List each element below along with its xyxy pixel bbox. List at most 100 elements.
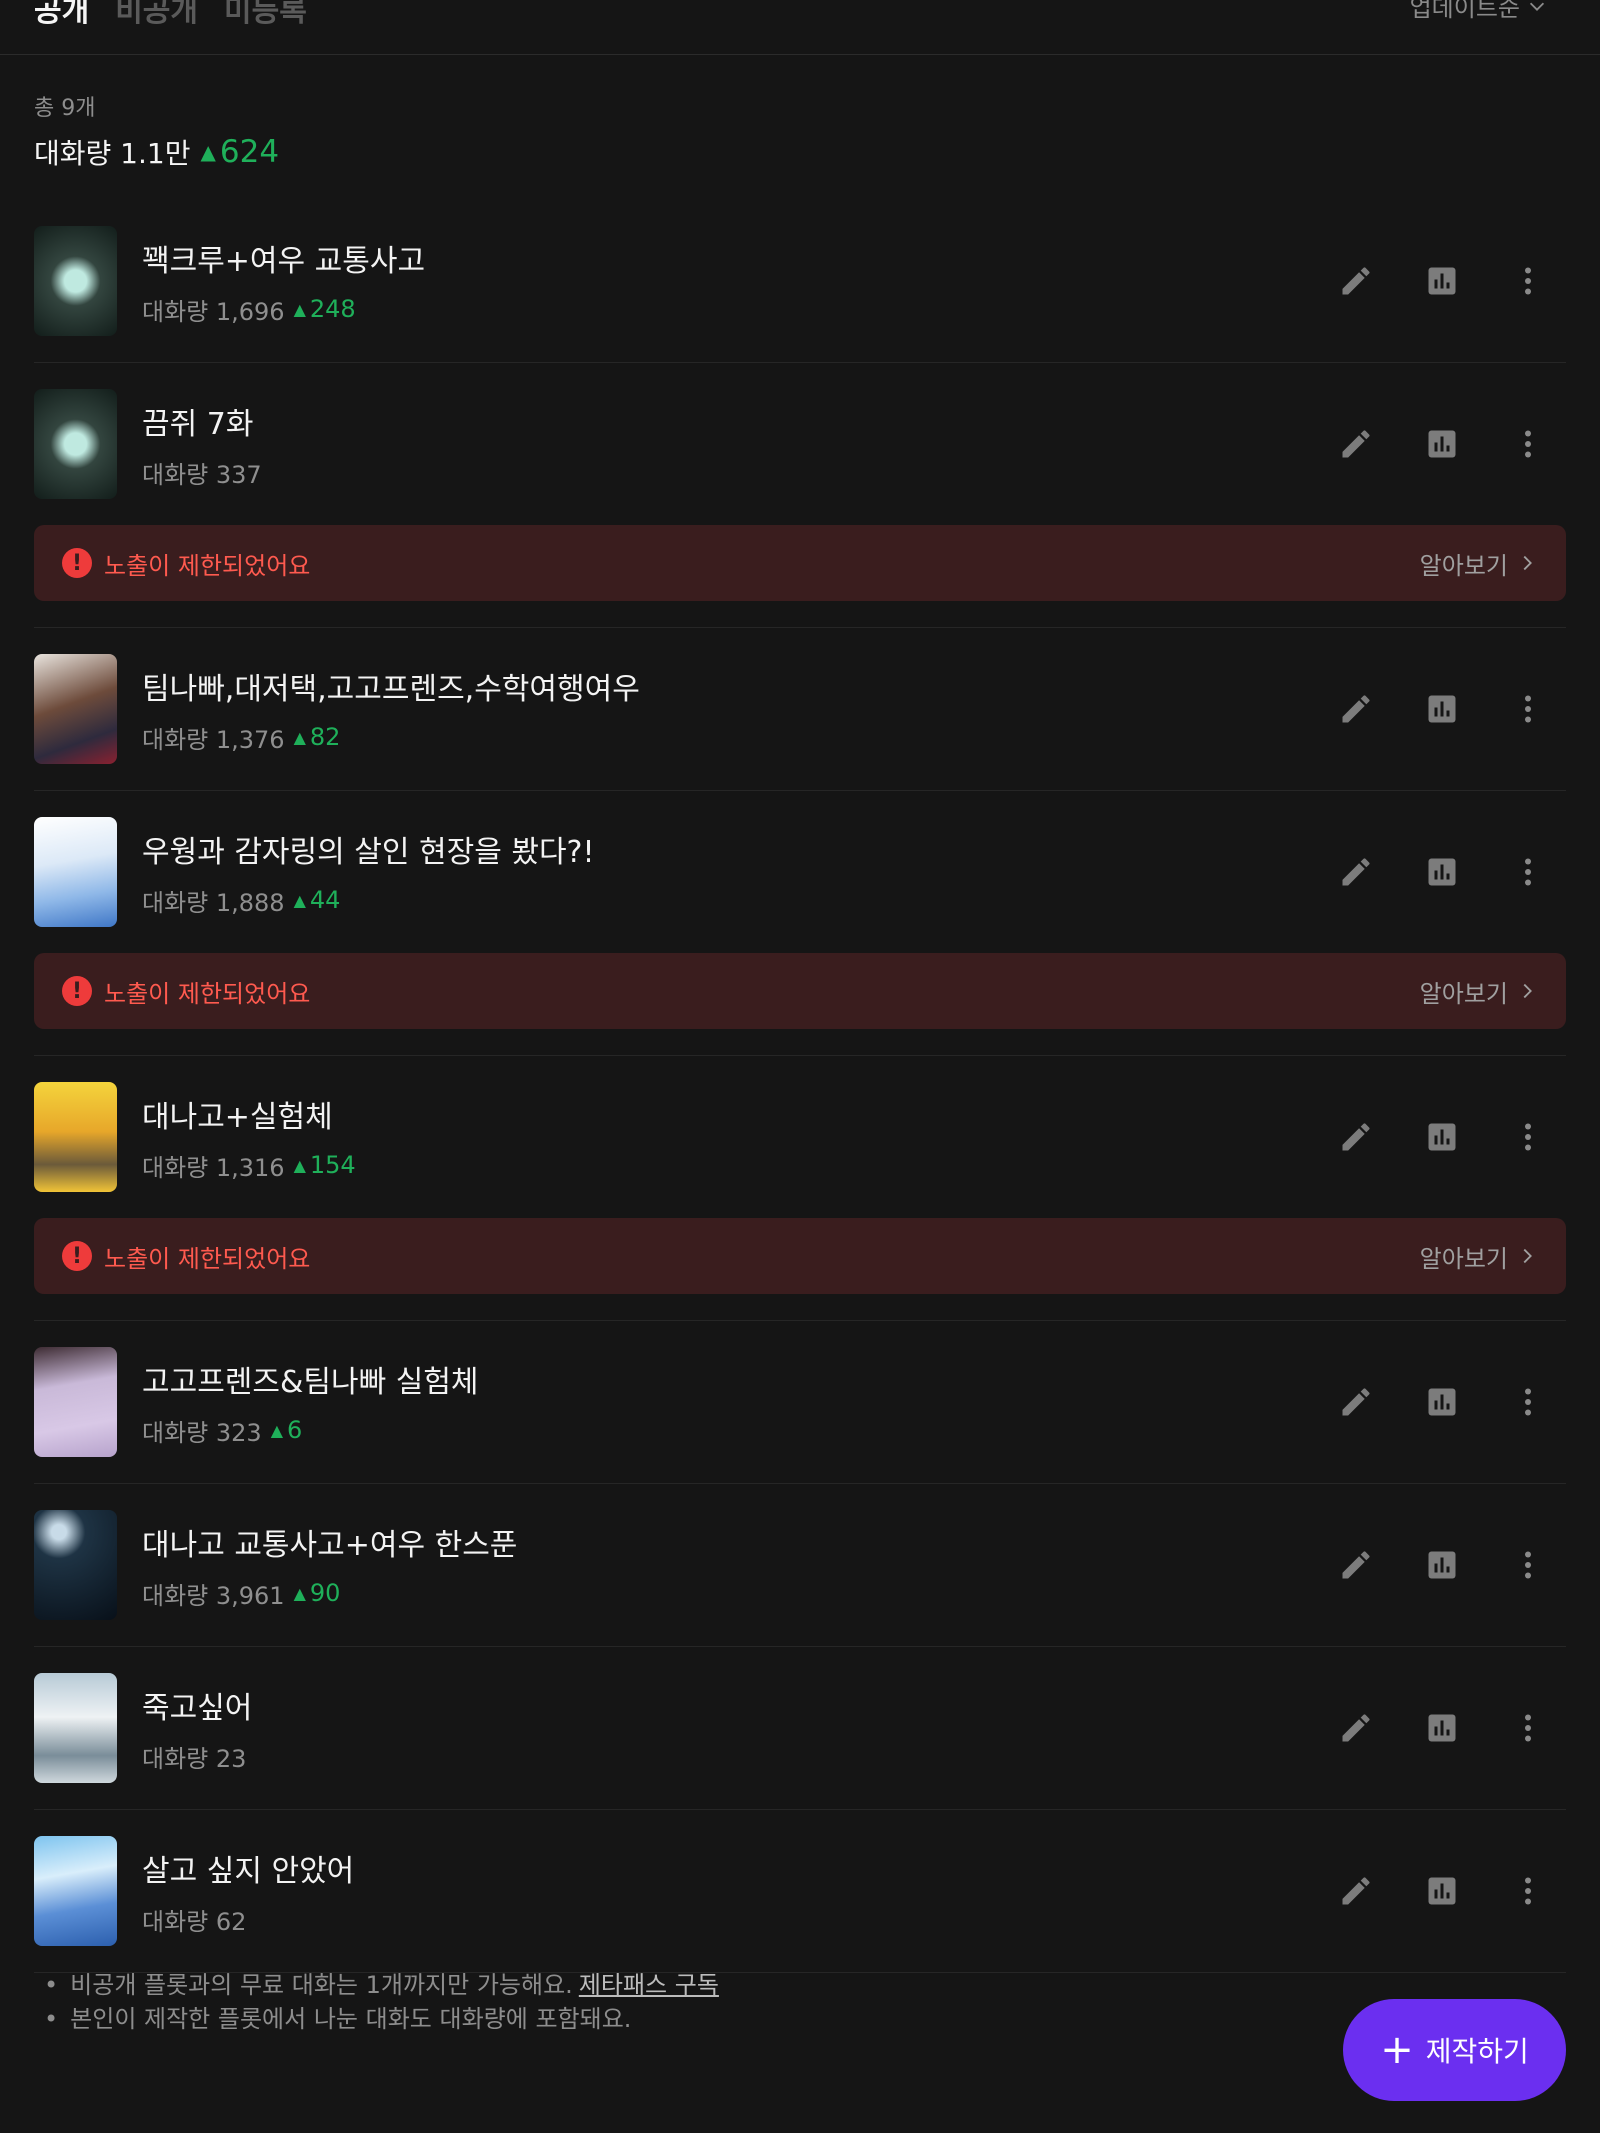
chevron-right-icon [1523,983,1532,999]
stats-icon[interactable] [1414,253,1470,309]
plot-thumbnail[interactable] [34,1347,117,1457]
plot-title[interactable]: 대나고+실험체 [142,1092,356,1136]
learn-more-link[interactable]: 알아보기 [1420,1239,1538,1274]
stats-icon[interactable] [1414,844,1470,900]
plot-row[interactable]: 우웡과 감자링의 살인 현장을 봤다?! 대화량 1,888 ▲ 44 [34,791,1566,953]
up-triangle-icon: ▲ [293,890,306,910]
warning-message: ! 노출이 제한되었어요 [62,546,310,581]
stats-icon[interactable] [1414,416,1470,472]
more-icon[interactable] [1500,1700,1556,1756]
plot-title[interactable]: 꽥크루+여우 교통사고 [142,236,425,280]
plot-thumbnail[interactable] [34,226,117,336]
plot-title[interactable]: 끔쥐 7화 [142,399,262,443]
plot-list-item: 대나고+실험체 대화량 1,316 ▲ 154! 노출이 제한되었어요 알아보기 [34,1056,1566,1321]
more-icon[interactable] [1500,844,1556,900]
edit-icon[interactable] [1328,681,1384,737]
plot-actions [1298,1056,1556,1218]
plot-row[interactable]: 팀나빠,대저택,고고프렌즈,수학여행여우 대화량 1,376 ▲ 82 [34,628,1566,790]
learn-more-label: 알아보기 [1419,551,1508,580]
warning-message: ! 노출이 제한되었어요 [62,974,310,1009]
plot-row[interactable]: 끔쥐 7화대화량 337 [34,363,1566,525]
plot-increase: 6 [287,1416,303,1444]
plot-title[interactable]: 대나고 교통사고+여우 한스푼 [142,1520,517,1564]
plot-list-item: 살고 싶지 안았어대화량 62 [34,1810,1566,1973]
zeta-pass-link[interactable]: 제타패스 구독 [579,1971,719,1999]
stats-icon[interactable] [1414,1109,1470,1165]
sort-dropdown[interactable]: 업데이트순 [1410,0,1548,23]
more-icon[interactable] [1500,1863,1556,1919]
plot-stat: 대화량 337 [142,455,262,490]
visibility-tabs: 공개 비공개 미등록 [34,0,307,30]
plot-row[interactable]: 살고 싶지 안았어대화량 62 [34,1810,1566,1972]
more-icon[interactable] [1500,681,1556,737]
more-icon[interactable] [1500,1109,1556,1165]
up-triangle-icon: ▲ [293,299,306,319]
tab-public[interactable]: 공개 [34,0,89,30]
plot-title[interactable]: 팀나빠,대저택,고고프렌즈,수학여행여우 [142,664,640,708]
create-button[interactable]: + 제작하기 [1343,1999,1566,2101]
plot-list-item: 꽥크루+여우 교통사고대화량 1,696 ▲ 248 [34,200,1566,363]
more-icon[interactable] [1500,416,1556,472]
plot-thumbnail[interactable] [34,1510,117,1620]
plot-row[interactable]: 대나고 교통사고+여우 한스푼 대화량 3,961 ▲ 90 [34,1484,1566,1646]
stats-icon[interactable] [1414,1537,1470,1593]
edit-icon[interactable] [1328,1374,1384,1430]
plot-row[interactable]: 고고프렌즈&팀나빠 실험체 대화량 323 ▲ 6 [34,1321,1566,1483]
plot-actions [1298,1810,1556,1972]
top-bar: 공개 비공개 미등록 업데이트순 [0,0,1600,55]
plot-title[interactable]: 고고프렌즈&팀나빠 실험체 [142,1357,479,1401]
edit-icon[interactable] [1328,1109,1384,1165]
edit-icon[interactable] [1328,1700,1384,1756]
footer-note-2: • 본인이 제작한 플롯에서 나눈 대화도 대화량에 포함돼요. [44,2005,632,2033]
plot-count: 대화량 62 [142,1907,247,1936]
plot-meta: 대나고 교통사고+여우 한스푼 대화량 3,961 ▲ 90 [142,1520,517,1611]
warning-text: 노출이 제한되었어요 [104,551,311,580]
plot-thumbnail[interactable] [34,1673,117,1783]
plot-actions [1298,1484,1556,1646]
footer-note-1: • 비공개 플롯과의 무료 대화는 1개까지만 가능해요. 제타패스 구독 [44,1971,719,1999]
edit-icon[interactable] [1328,1863,1384,1919]
learn-more-link[interactable]: 알아보기 [1420,974,1538,1009]
plot-meta: 살고 싶지 안았어대화량 62 [142,1846,354,1937]
chevron-down-icon [1529,2,1545,11]
plot-stat: 대화량 62 [142,1902,354,1937]
plot-title[interactable]: 죽고싶어 [142,1683,252,1727]
stats-icon[interactable] [1414,1374,1470,1430]
learn-more-link[interactable]: 알아보기 [1420,546,1538,581]
edit-icon[interactable] [1328,253,1384,309]
plot-list-item: 끔쥐 7화대화량 337 ! 노출이 제한되었어요 알아보기 [34,363,1566,628]
plot-title[interactable]: 우웡과 감자링의 살인 현장을 봤다?! [142,827,595,871]
plot-row[interactable]: 꽥크루+여우 교통사고대화량 1,696 ▲ 248 [34,200,1566,362]
stats-icon[interactable] [1414,681,1470,737]
more-icon[interactable] [1500,253,1556,309]
warning-message: ! 노출이 제한되었어요 [62,1239,310,1274]
plot-thumbnail[interactable] [34,389,117,499]
plot-list: 꽥크루+여우 교통사고 대화량 1,696 ▲ 248 끔쥐 7화 대화량 337! 노출이… [34,200,1566,1973]
plot-row[interactable]: 대나고+실험체 대화량 1,316 ▲ 154 [34,1056,1566,1218]
more-icon[interactable] [1500,1537,1556,1593]
edit-icon[interactable] [1328,844,1384,900]
tab-private[interactable]: 비공개 [115,0,198,30]
stats-icon[interactable] [1414,1700,1470,1756]
warning-text: 노출이 제한되었어요 [104,1244,311,1273]
chevron-right-icon [1523,1248,1532,1264]
plot-title[interactable]: 살고 싶지 안았어 [142,1846,354,1890]
edit-icon[interactable] [1328,1537,1384,1593]
plot-thumbnail[interactable] [34,1836,117,1946]
more-icon[interactable] [1500,1374,1556,1430]
plot-meta: 우웡과 감자링의 살인 현장을 봤다?! 대화량 1,888 ▲ 44 [142,827,595,918]
plot-increase: 154 [309,1151,356,1179]
exposure-warning: ! 노출이 제한되었어요 알아보기 [34,525,1566,601]
tab-unlisted[interactable]: 미등록 [224,0,307,30]
plot-stat: 대화량 1,696 ▲ 248 [142,292,425,327]
edit-icon[interactable] [1328,416,1384,472]
plot-count: 대화량 3,961 [142,1581,285,1610]
up-triangle-icon: ▲ [200,140,216,164]
stats-icon[interactable] [1414,1863,1470,1919]
plot-thumbnail[interactable] [34,654,117,764]
alert-icon: ! [62,1241,92,1271]
plot-thumbnail[interactable] [34,1082,117,1192]
plot-row[interactable]: 죽고싶어 대화량 23 [34,1647,1566,1809]
plot-thumbnail[interactable] [34,817,117,927]
exposure-warning: ! 노출이 제한되었어요 알아보기 [34,1218,1566,1294]
